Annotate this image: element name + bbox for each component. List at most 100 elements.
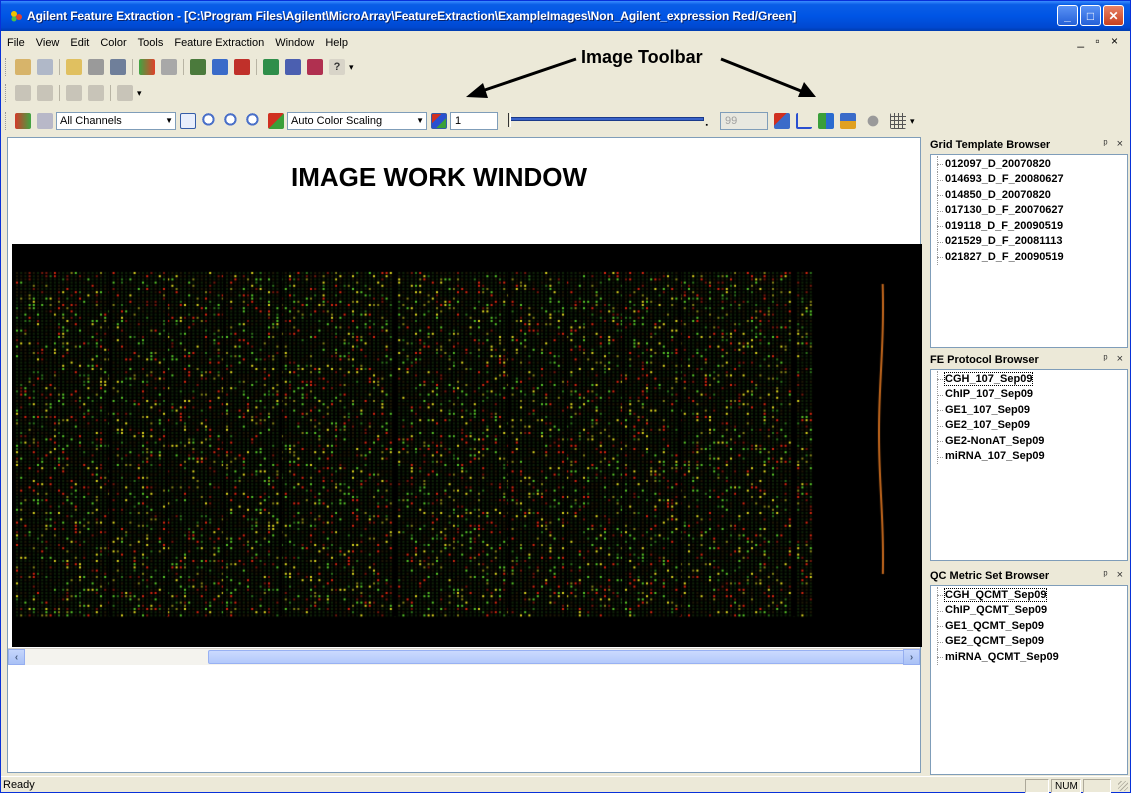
mdi-window-controls[interactable]: _ ▫ × [1077, 34, 1122, 48]
color-palette-icon[interactable] [431, 113, 447, 129]
list-item[interactable]: 014693_D_F_20080627 [935, 171, 1127, 188]
report-icon[interactable] [307, 59, 323, 75]
image-work-window-annotation: IMAGE WORK WINDOW [291, 162, 588, 192]
scroll-thumb[interactable] [208, 650, 906, 664]
list-item[interactable]: GE2_107_Sep09 [935, 417, 1127, 434]
menu-help[interactable]: Help [325, 37, 348, 49]
plot-icon[interactable] [796, 113, 812, 129]
image-work-window[interactable]: ‹ › [7, 137, 922, 773]
toolbar-separator [59, 59, 60, 75]
copy-icon[interactable] [37, 113, 53, 129]
maximize-button[interactable]: □ [1080, 5, 1101, 26]
menu-bar: File View Edit Color Tools Feature Extra… [1, 33, 1130, 53]
list-item[interactable]: GE1_QCMT_Sep09 [935, 618, 1127, 634]
align-icon[interactable] [818, 113, 834, 129]
zoom-in-icon[interactable] [202, 113, 218, 129]
horizontal-scrollbar[interactable]: ‹ › [8, 648, 920, 665]
minimize-icon: _ [1064, 8, 1071, 23]
channel-icon[interactable] [15, 113, 31, 129]
panel-header: Grid Template Browser ᵖ × [927, 137, 1130, 153]
grid-template-icon[interactable] [190, 59, 206, 75]
channel-select-value: All Channels [60, 115, 122, 127]
intensity-slider[interactable]: ▪ [508, 112, 708, 130]
title-bar[interactable]: Agilent Feature Extraction - [C:\Program… [1, 1, 1130, 31]
list-item[interactable]: 017130_D_F_20070627 [935, 202, 1127, 219]
menu-edit[interactable]: Edit [70, 37, 89, 49]
panel-pin-close-icon[interactable]: ᵖ × [1103, 138, 1126, 150]
menu-window[interactable]: Window [275, 37, 314, 49]
color-scaling-select[interactable]: Auto Color Scaling ▼ [287, 112, 427, 130]
list-item[interactable]: CGH_QCMT_Sep09 [935, 587, 1127, 603]
panel-title: FE Protocol Browser [930, 354, 1039, 366]
crop-icon[interactable] [180, 113, 196, 129]
toolbar-grip[interactable] [5, 58, 8, 76]
new-file-icon[interactable] [37, 59, 53, 75]
menu-color[interactable]: Color [100, 37, 126, 49]
panel-header: FE Protocol Browser ᵖ × [927, 352, 1130, 368]
list-item[interactable]: 021529_D_F_20081113 [935, 233, 1127, 250]
disabled-tool-icon [37, 85, 53, 101]
list-item[interactable]: 014850_D_20070820 [935, 187, 1127, 203]
add-image-icon[interactable] [139, 59, 155, 75]
remove-image-icon[interactable] [161, 59, 177, 75]
chevron-left-icon: ‹ [14, 651, 19, 663]
list-item[interactable]: miRNA_QCMT_Sep09 [935, 649, 1127, 665]
list-item[interactable]: 021827_D_F_20090519 [935, 249, 1127, 265]
panel-pin-close-icon[interactable]: ᵖ × [1103, 353, 1126, 365]
toolbar-arrow-right [720, 57, 816, 97]
slider-thumb[interactable] [508, 113, 511, 127]
toolbar-grip[interactable] [5, 112, 8, 130]
menu-feature-extraction[interactable]: Feature Extraction [174, 37, 264, 49]
grid-template-list: 012097_D_20070820 014693_D_F_20080627 01… [930, 154, 1128, 348]
panel-title: Grid Template Browser [930, 139, 1051, 151]
qc-metric-icon[interactable] [234, 59, 250, 75]
app-window: Agilent Feature Extraction - [C:\Program… [0, 0, 1131, 793]
run-extraction-icon[interactable] [263, 59, 279, 75]
panel-pin-close-icon[interactable]: ᵖ × [1103, 569, 1126, 581]
print-icon[interactable] [110, 59, 126, 75]
help-icon[interactable]: ? [329, 59, 345, 75]
toolbar-separator [132, 59, 133, 75]
menu-tools[interactable]: Tools [138, 37, 164, 49]
sort-icon[interactable] [840, 113, 856, 129]
close-button[interactable]: ✕ [1103, 5, 1124, 26]
zoom-fit-icon[interactable] [246, 113, 262, 129]
chevron-down-icon: ▼ [165, 116, 173, 125]
microarray-scan-image[interactable] [12, 244, 922, 647]
save-icon[interactable] [88, 59, 104, 75]
channel-select[interactable]: All Channels ▼ [56, 112, 176, 130]
toolbar-overflow-icon[interactable]: ▾ [137, 88, 142, 99]
list-item[interactable]: ChIP_QCMT_Sep09 [935, 602, 1127, 619]
open-folder-icon[interactable] [66, 59, 82, 75]
grid-icon[interactable] [890, 113, 906, 129]
menu-file[interactable]: File [7, 37, 25, 49]
toolbar-overflow-icon[interactable]: ▾ [910, 116, 915, 127]
list-item[interactable]: 012097_D_20070820 [935, 156, 1127, 172]
standard-toolbar: ? ▾ [1, 55, 354, 79]
menu-view[interactable]: View [36, 37, 60, 49]
scroll-left-button[interactable]: ‹ [8, 649, 25, 665]
list-item[interactable]: 019118_D_F_20090519 [935, 218, 1127, 234]
new-project-icon[interactable] [15, 59, 31, 75]
protocol-icon[interactable] [212, 59, 228, 75]
zoom-out-icon[interactable] [224, 113, 240, 129]
scroll-right-button[interactable]: › [903, 649, 920, 665]
toolbar-separator [110, 85, 111, 101]
chevron-right-icon: › [909, 651, 914, 663]
toolbar-grip[interactable] [5, 84, 8, 102]
list-item[interactable]: GE2-NonAT_Sep09 [935, 433, 1127, 449]
list-item[interactable]: CGH_107_Sep09 [935, 371, 1127, 387]
spot-icon[interactable] [865, 113, 881, 129]
minimize-button[interactable]: _ [1057, 5, 1078, 26]
list-item[interactable]: GE1_107_Sep09 [935, 402, 1127, 418]
histogram-icon[interactable] [774, 113, 790, 129]
toolbar-overflow-icon[interactable]: ▾ [349, 62, 354, 73]
list-item[interactable]: ChIP_107_Sep09 [935, 386, 1127, 403]
resize-grip-icon[interactable] [1118, 781, 1128, 791]
view-results-icon[interactable] [285, 59, 301, 75]
panel-header: QC Metric Set Browser ᵖ × [927, 568, 1130, 584]
color-channel-icon[interactable] [268, 113, 284, 129]
list-item[interactable]: GE2_QCMT_Sep09 [935, 633, 1127, 650]
list-item[interactable]: miRNA_107_Sep09 [935, 448, 1127, 465]
scale-input[interactable]: 1 [450, 112, 498, 130]
